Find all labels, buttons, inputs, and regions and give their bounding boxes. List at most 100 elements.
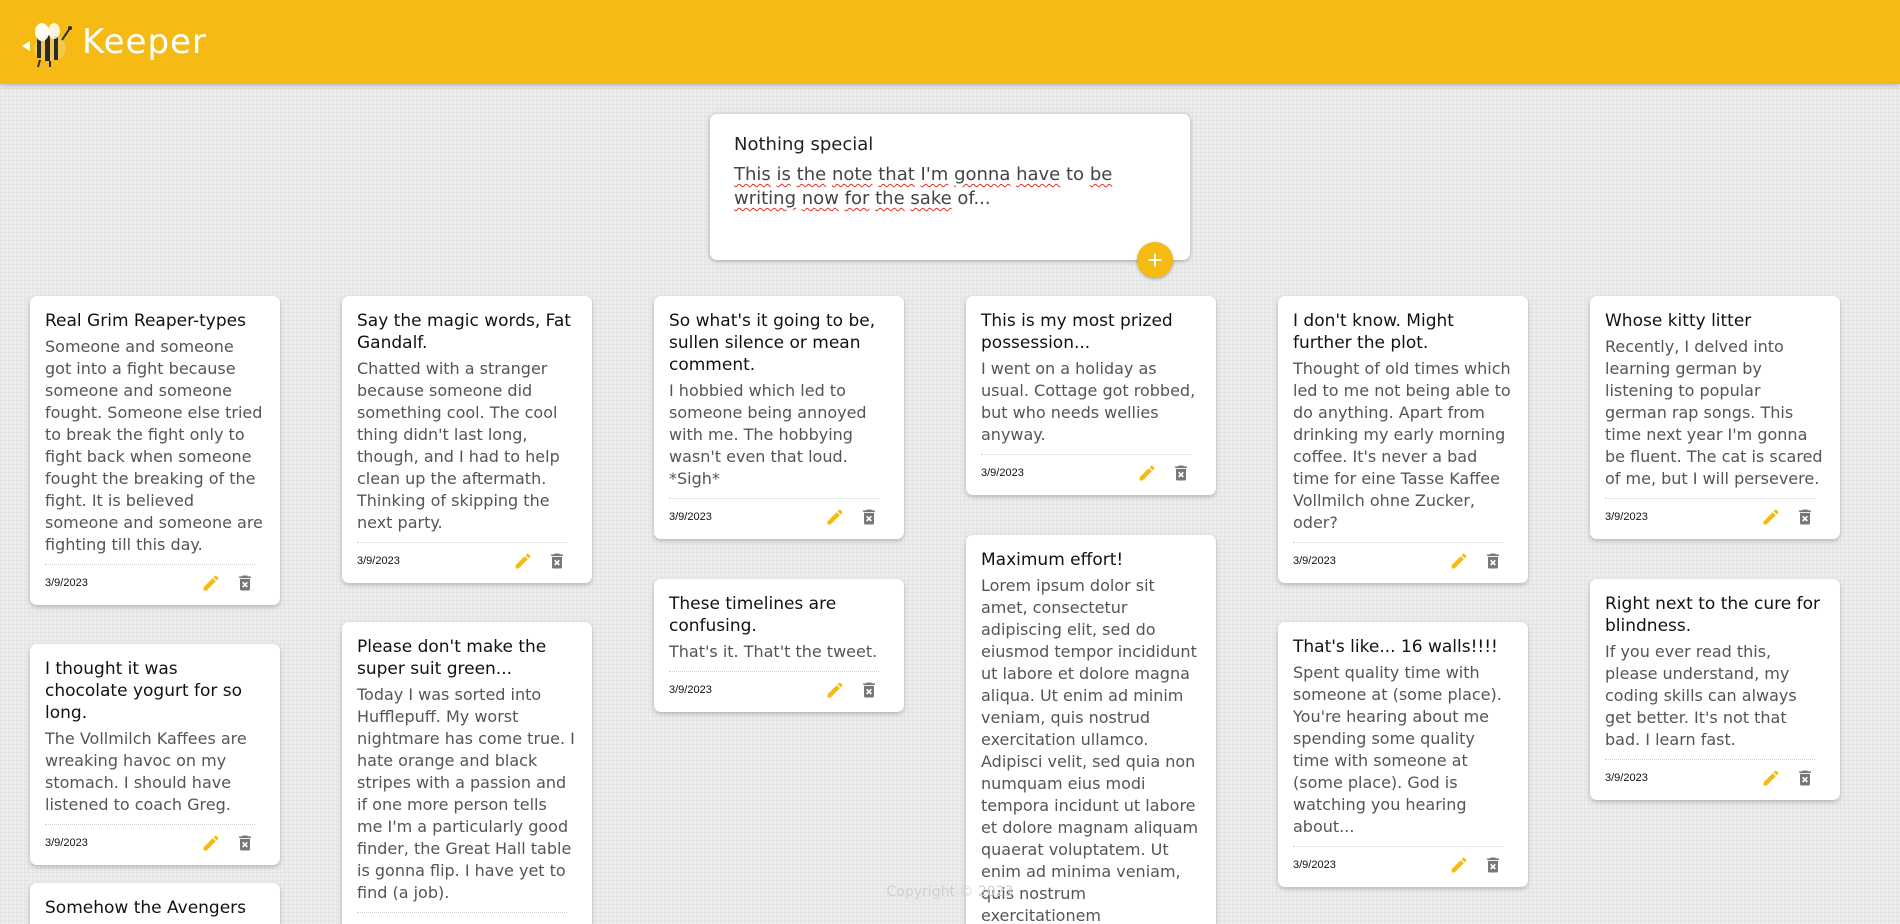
note-date: 3/9/2023 [45, 577, 88, 589]
note-footer: 3/9/2023 [357, 542, 567, 571]
note-card: So what's it going to be, sullen silence… [654, 296, 904, 539]
edit-pencil-icon[interactable] [1449, 855, 1469, 875]
note-date: 3/9/2023 [669, 511, 712, 523]
note-card: Maximum effort! Lorem ipsum dolor sit am… [966, 535, 1216, 924]
note-footer: 3/9/2023 [1293, 846, 1503, 875]
create-word: have [1016, 164, 1061, 185]
create-word: This [734, 164, 771, 185]
delete-bin-icon[interactable] [859, 507, 879, 527]
note-footer: 3/9/2023 [1293, 542, 1503, 571]
create-word: to [1066, 164, 1085, 185]
note-title: Please don't make the super suit green..… [357, 637, 547, 679]
note-footer [357, 912, 567, 921]
create-title-input[interactable]: Nothing special [734, 134, 1166, 155]
edit-pencil-icon[interactable] [825, 680, 845, 700]
create-word: be [1089, 164, 1113, 185]
edit-pencil-icon[interactable] [1137, 463, 1157, 483]
note-title: I thought it was chocolate yogurt for so… [45, 659, 243, 723]
app-header: Keeper [0, 0, 1900, 84]
note-footer: 3/9/2023 [1605, 759, 1815, 788]
note-card: Right next to the cure for blindness. If… [1590, 579, 1840, 800]
note-card: Say the magic words, Fat Gandalf. Chatte… [342, 296, 592, 583]
delete-bin-icon[interactable] [1171, 463, 1191, 483]
note-content: Recently, I delved into learning german … [1605, 337, 1823, 488]
delete-bin-icon[interactable] [235, 573, 255, 593]
delete-bin-icon[interactable] [1483, 855, 1503, 875]
delete-bin-icon[interactable] [1483, 551, 1503, 571]
note-date: 3/9/2023 [669, 684, 712, 696]
edit-pencil-icon[interactable] [1449, 551, 1469, 571]
note-title: Right next to the cure for blindness. [1605, 594, 1820, 636]
note-date: 3/9/2023 [357, 555, 400, 567]
note-card: I thought it was chocolate yogurt for so… [30, 644, 280, 865]
note-title: Whose kitty litter [1605, 311, 1752, 331]
bee-logo-icon [22, 23, 72, 68]
create-word: the [875, 188, 905, 209]
create-word: writing [734, 188, 797, 209]
note-card: That's like... 16 walls!!!! Spent qualit… [1278, 622, 1528, 887]
note-content: Thought of old times which led to me not… [1293, 359, 1511, 532]
note-content: That's it. That't the tweet. [669, 642, 878, 661]
footer-copyright: Copyright © 2023 [886, 884, 1014, 900]
delete-bin-icon[interactable] [859, 680, 879, 700]
note-title: Say the magic words, Fat Gandalf. [357, 311, 571, 353]
delete-bin-icon[interactable] [1795, 507, 1815, 527]
note-title: I don't know. Might further the plot. [1293, 311, 1454, 353]
create-word: the [796, 164, 827, 185]
note-date: 3/9/2023 [1293, 555, 1336, 567]
create-word: note [831, 164, 873, 185]
note-card: Real Grim Reaper-types Someone and someo… [30, 296, 280, 605]
delete-bin-icon[interactable] [1795, 768, 1815, 788]
note-content: I hobbied which led to someone being ann… [669, 381, 867, 488]
edit-pencil-icon[interactable] [1761, 768, 1781, 788]
note-card: Please don't make the super suit green..… [342, 622, 592, 924]
note-title: These timelines are confusing. [669, 594, 837, 636]
create-word: gonna [954, 164, 1011, 185]
note-title: This is my most prized possession... [981, 311, 1173, 353]
note-footer: 3/9/2023 [45, 824, 255, 853]
note-footer: 3/9/2023 [45, 564, 255, 593]
delete-bin-icon[interactable] [235, 833, 255, 853]
note-card: I don't know. Might further the plot. Th… [1278, 296, 1528, 583]
note-title: So what's it going to be, sullen silence… [669, 311, 876, 375]
create-content-textarea[interactable]: This is the note that I'm gonna have to … [734, 163, 1174, 211]
create-note-form[interactable]: Nothing special This is the note that I'… [710, 114, 1190, 278]
note-footer: 3/9/2023 [1605, 498, 1815, 527]
note-date: 3/9/2023 [45, 837, 88, 849]
create-word: is [776, 164, 791, 185]
note-card: This is my most prized possession... I w… [966, 296, 1216, 495]
edit-pencil-icon[interactable] [513, 551, 533, 571]
note-content: If you ever read this, please understand… [1605, 642, 1797, 749]
delete-bin-icon[interactable] [547, 551, 567, 571]
note-content: Spent quality time with someone at (some… [1293, 663, 1502, 836]
note-date: 3/9/2023 [1293, 859, 1336, 871]
note-title: Maximum effort! [981, 550, 1124, 570]
note-date: 3/9/2023 [1605, 772, 1648, 784]
create-word: for [844, 188, 870, 209]
create-word: that [878, 164, 915, 185]
note-card: These timelines are confusing. That's it… [654, 579, 904, 712]
note-content: The Vollmilch Kaffees are wreaking havoc… [45, 729, 247, 814]
edit-pencil-icon[interactable] [201, 833, 221, 853]
note-content: Chatted with a stranger because someone … [357, 359, 560, 532]
note-footer: 3/9/2023 [669, 671, 879, 700]
add-note-button[interactable]: + [1137, 242, 1173, 278]
note-date: 3/9/2023 [1605, 511, 1648, 523]
note-content: Today I was sorted into Hufflepuff. My w… [357, 685, 575, 902]
create-word: I'm [920, 164, 949, 185]
note-content: I went on a holiday as usual. Cottage go… [981, 359, 1196, 444]
note-title: Somehow the Avengers [45, 898, 247, 918]
create-word: sake [910, 188, 952, 209]
edit-pencil-icon[interactable] [201, 573, 221, 593]
note-footer: 3/9/2023 [669, 498, 879, 527]
note-date: 3/9/2023 [981, 467, 1024, 479]
app-logo[interactable]: Keeper [20, 16, 207, 68]
create-word: of... [957, 188, 991, 209]
edit-pencil-icon[interactable] [825, 507, 845, 527]
create-word: now [801, 188, 839, 209]
note-title: Real Grim Reaper-types [45, 311, 246, 331]
note-card: Whose kitty litter Recently, I delved in… [1590, 296, 1840, 539]
edit-pencil-icon[interactable] [1761, 507, 1781, 527]
note-footer: 3/9/2023 [981, 454, 1191, 483]
note-title: That's like... 16 walls!!!! [1293, 637, 1498, 657]
